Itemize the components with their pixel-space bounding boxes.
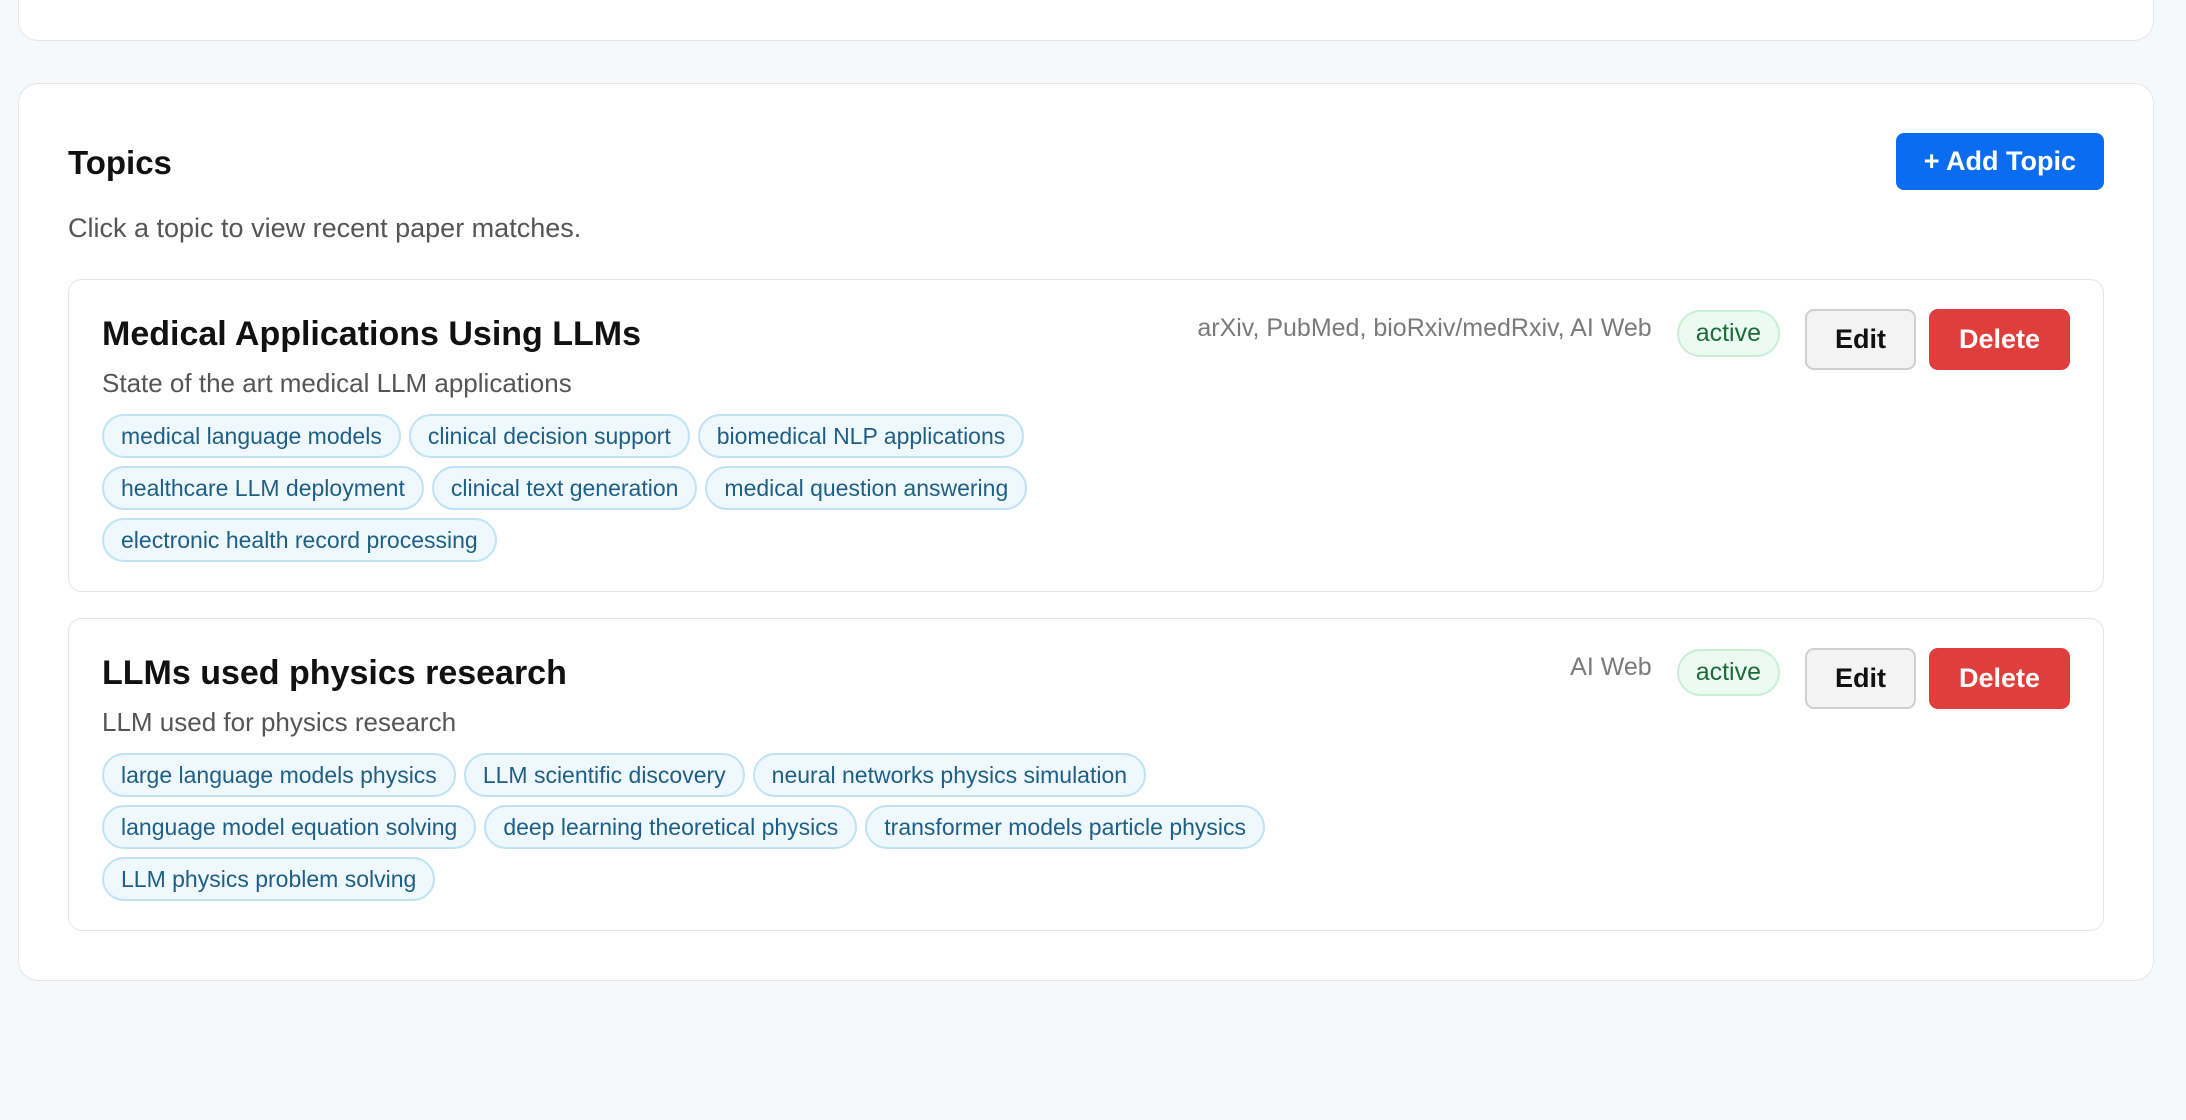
keyword-chip: electronic health record processing [102,518,497,562]
topics-subtitle: Click a topic to view recent paper match… [68,213,582,243]
edit-button[interactable]: Edit [1805,648,1916,709]
topics-panel: Topics Click a topic to view recent pape… [18,83,2154,981]
topics-title: Topics [68,144,172,181]
keyword-chip: large language models physics [102,753,456,797]
previous-section-card [18,0,2154,41]
keyword-chip: neural networks physics simulation [752,753,1147,797]
keyword-chip: healthcare LLM deployment [102,466,424,510]
topic-description: State of the art medical LLM application… [102,368,572,398]
delete-button[interactable]: Delete [1929,648,2070,709]
topic-name: Medical Applications Using LLMs [102,315,642,353]
keyword-chip: medical question answering [705,466,1028,510]
keyword-list: large language models physics LLM scient… [102,753,1602,909]
topic-card-physics-research[interactable]: LLMs used physics research LLM used for … [68,618,2104,931]
edit-button[interactable]: Edit [1805,309,1916,370]
topic-card-medical-applications[interactable]: Medical Applications Using LLMs State of… [68,279,2104,592]
keyword-chip: biomedical NLP applications [697,414,1025,458]
status-badge: active [1676,310,1780,357]
topic-actions: arXiv, PubMed, bioRxiv/medRxiv, AI Web a… [1197,309,2070,370]
keyword-chip: medical language models [102,414,401,458]
topic-description: LLM used for physics research [102,707,457,737]
add-topic-button[interactable]: + Add Topic [1895,133,2104,190]
topic-name: LLMs used physics research [102,654,567,692]
keyword-chip: clinical decision support [408,414,690,458]
keyword-chip: LLM physics problem solving [102,857,436,901]
topic-sources: AI Web [1570,653,1652,681]
status-badge: active [1676,649,1780,696]
topic-sources: arXiv, PubMed, bioRxiv/medRxiv, AI Web [1197,314,1652,342]
keyword-chip: transformer models particle physics [865,805,1266,849]
keyword-chip: clinical text generation [431,466,698,510]
keyword-chip: LLM scientific discovery [463,753,745,797]
delete-button[interactable]: Delete [1929,309,2070,370]
keyword-list: medical language models clinical decisio… [102,414,1602,570]
keyword-chip: language model equation solving [102,805,477,849]
topic-actions: AI Web active Edit Delete [1570,648,2070,709]
keyword-chip: deep learning theoretical physics [484,805,858,849]
